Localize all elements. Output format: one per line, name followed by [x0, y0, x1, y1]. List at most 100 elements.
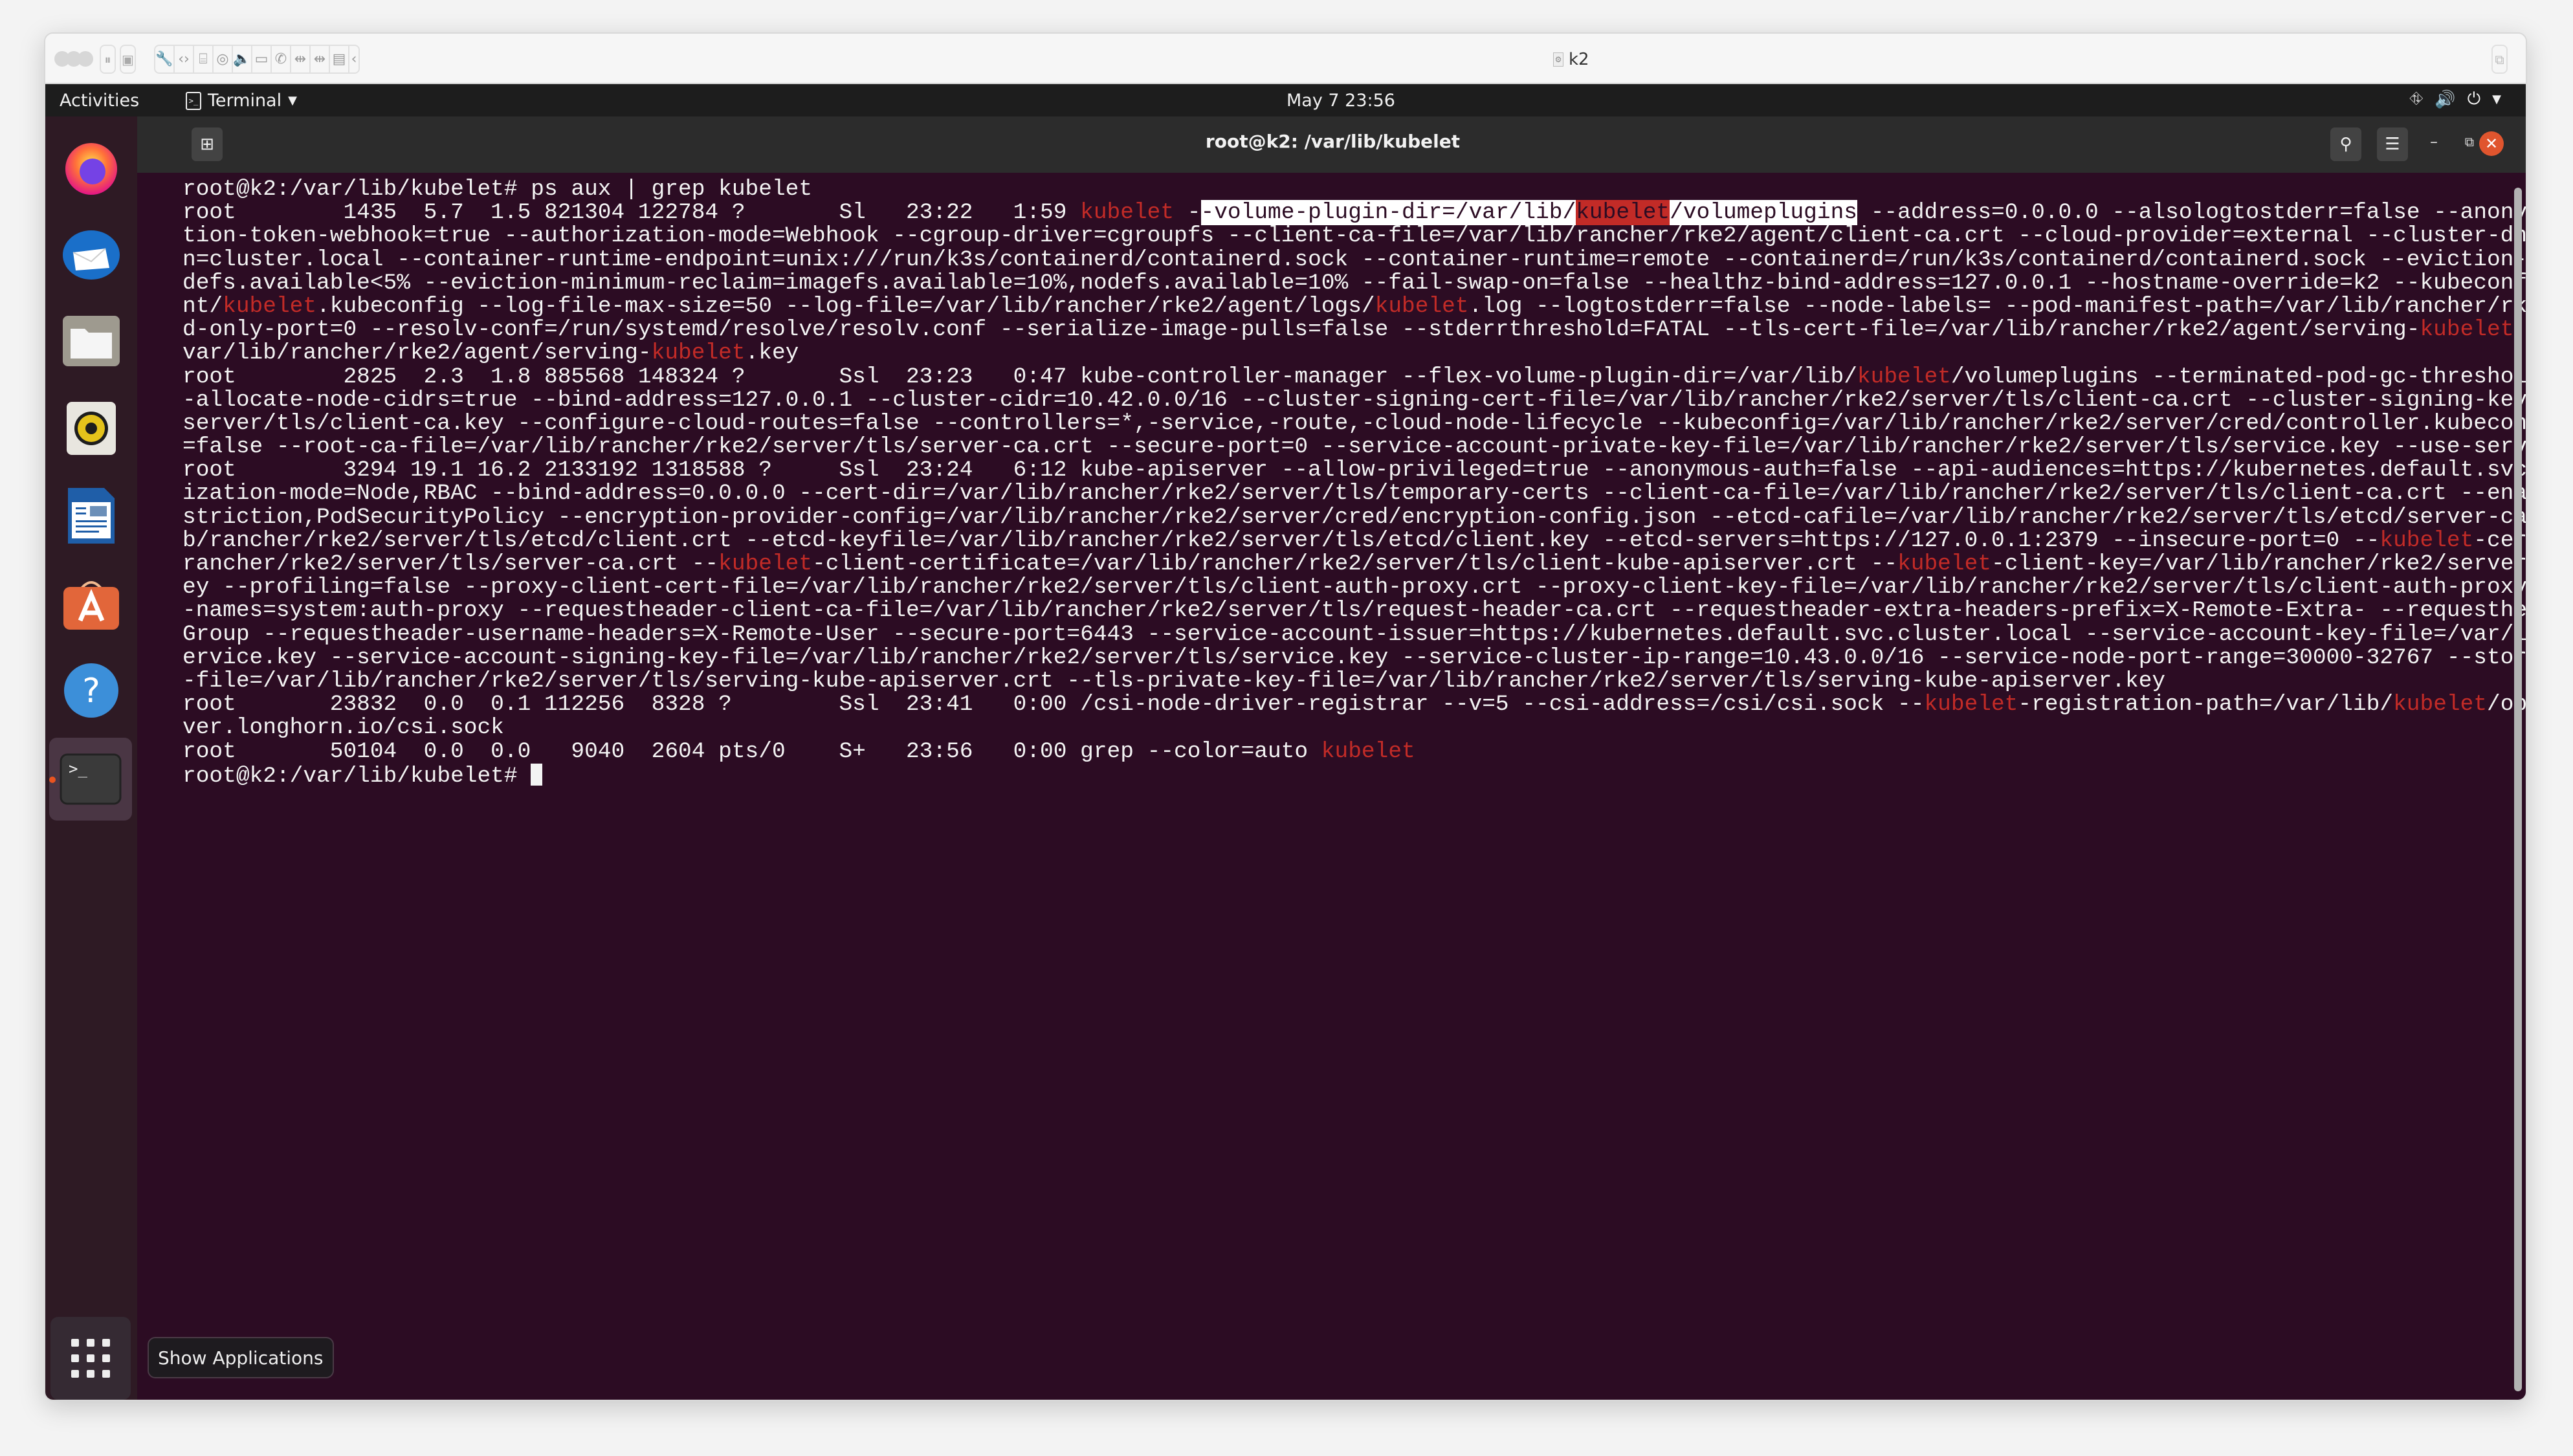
- phone-button[interactable]: ✆: [272, 46, 291, 72]
- terminal-output[interactable]: root@k2:/var/lib/kubelet# ps aux | grep …: [182, 177, 2526, 1400]
- grep-match: kubelet: [1375, 293, 1469, 319]
- dock-ubuntu-software[interactable]: [60, 571, 123, 635]
- camera-button[interactable]: ▭: [252, 46, 272, 72]
- dock-rhythmbox[interactable]: [60, 397, 123, 460]
- shared-folder-button[interactable]: ▤: [330, 46, 349, 72]
- terminal-line: Group --requestheader-username-headers=X…: [182, 623, 2526, 646]
- terminal-text: =false --root-ca-file=/var/lib/rancher/r…: [182, 434, 2526, 460]
- terminal-text: b/rancher/rke2/server/tls/etcd/client.cr…: [182, 527, 2380, 553]
- restore-button[interactable]: ⧉: [2465, 134, 2474, 149]
- speaker-icon: 🔈: [233, 51, 251, 67]
- show-applications-button[interactable]: [50, 1317, 131, 1400]
- shared-folder-icon: ▤: [332, 51, 346, 67]
- terminal-text: -client-key=/var/lib/rancher/rke2/server…: [1991, 551, 2526, 577]
- grep-match: kubelet: [1857, 364, 1951, 390]
- close-icon: ✕: [2484, 135, 2499, 153]
- vm-title: ⚙ k2: [1553, 47, 1589, 72]
- settings-button[interactable]: 🔧: [155, 46, 175, 72]
- usb-icon: ⇹: [294, 51, 307, 67]
- minimize-button[interactable]: –: [2430, 133, 2438, 151]
- sound-button[interactable]: 🔈: [233, 46, 252, 72]
- vm-window: ⏸ ▣ 🔧 ‹› ⌸ ◎ 🔈 ▭ ✆ ⇹ ⇹ ▤ ‹ ⚙ k2 ⧉ Activi…: [44, 32, 2527, 1401]
- app-menu[interactable]: >_ Terminal ▼: [186, 91, 297, 111]
- grid-dot: [71, 1339, 79, 1347]
- terminal-window: ⊞ root@k2: /var/lib/kubelet ⚲ ☰ – ⧉ ✕ ro…: [137, 116, 2526, 1400]
- terminal-text: -client-certificate=/var/lib/rancher/rke…: [812, 551, 1898, 577]
- code-icon: ‹›: [178, 51, 190, 67]
- toolbar-collapse-button[interactable]: ‹: [349, 46, 359, 72]
- terminal-text: ervice.key --service-account-signing-key…: [182, 645, 2526, 670]
- camera-icon: ▭: [254, 51, 269, 67]
- terminal-line: root 2825 2.3 1.8 885568 148324 ? Ssl 23…: [182, 364, 2526, 390]
- close-button[interactable]: ✕: [2479, 131, 2504, 156]
- terminal-text: -names=system:auth-proxy --requestheader…: [182, 598, 2526, 624]
- terminal-header-bar: ⊞ root@k2: /var/lib/kubelet ⚲ ☰ – ⧉ ✕: [137, 116, 2526, 173]
- grep-match: kubelet: [1080, 200, 1175, 226]
- dock-help[interactable]: ?: [60, 659, 123, 722]
- volume-icon: 🔊: [2435, 89, 2456, 109]
- clock[interactable]: May 7 23:56: [1286, 91, 1395, 111]
- terminal-text: root 1435 5.7 1.5 821304 122784 ? Sl 23:…: [182, 200, 1081, 226]
- power-icon: ⏻: [2467, 89, 2481, 109]
- activities-button[interactable]: Activities: [60, 91, 139, 111]
- grid-dot: [87, 1339, 94, 1347]
- search-icon: ⚲: [2339, 135, 2352, 154]
- vm-device-toolbar: 🔧 ‹› ⌸ ◎ 🔈 ▭ ✆ ⇹ ⇹ ▤ ‹: [154, 45, 360, 74]
- usb-button-1[interactable]: ⇹: [291, 46, 311, 72]
- cd-button[interactable]: ◎: [214, 46, 233, 72]
- terminal-line: root 1435 5.7 1.5 821304 122784 ? Sl 23:…: [182, 200, 2526, 226]
- pause-icon: ⏸: [104, 51, 111, 67]
- snapshot-button[interactable]: ▣: [120, 45, 136, 74]
- terminal-text: --address=0.0.0.0 --alsologtostderr=fals…: [1870, 200, 2526, 226]
- terminal-line: root@k2:/var/lib/kubelet#: [182, 763, 2506, 788]
- grep-match: kubelet: [1924, 692, 2018, 718]
- terminal-text: tion-token-webhook=true --authorization-…: [182, 223, 2527, 249]
- search-button[interactable]: ⚲: [2330, 127, 2361, 161]
- terminal-line: tion-token-webhook=true --authorization-…: [182, 225, 2526, 248]
- terminal-text: ver.longhorn.io/csi.sock: [182, 715, 504, 741]
- pause-button[interactable]: ⏸: [100, 45, 116, 74]
- drive-button[interactable]: ⌸: [194, 46, 214, 72]
- thunderbird-icon: [63, 230, 120, 280]
- terminal-line: n=cluster.local --container-runtime-endp…: [182, 248, 2526, 272]
- dock: ? >_: [45, 116, 137, 1400]
- terminal-icon: >_: [60, 753, 122, 805]
- dock-libreoffice-writer[interactable]: [60, 484, 123, 547]
- menu-button[interactable]: ☰: [2377, 127, 2408, 161]
- terminal-line: root 3294 19.1 16.2 2133192 1318588 ? Ss…: [182, 459, 2526, 482]
- vm-fullscreen-button[interactable]: ⧉: [2491, 45, 2508, 74]
- dock-terminal[interactable]: >_: [49, 738, 132, 821]
- dock-files[interactable]: [60, 309, 123, 373]
- terminal-text: defs.available<5% --eviction-minimum-rec…: [182, 270, 2526, 296]
- help-icon: ?: [64, 663, 118, 718]
- terminal-line: ization-mode=Node,RBAC --bind-address=0.…: [182, 482, 2526, 505]
- writer-icon: [68, 488, 115, 544]
- terminal-text: Group --requestheader-username-headers=X…: [182, 621, 2527, 647]
- terminal-text: .key: [745, 340, 799, 366]
- selected-text: /volumeplugins: [1670, 200, 1857, 226]
- terminal-line: -names=system:auth-proxy --requestheader…: [182, 599, 2526, 623]
- grep-match: kubelet: [2420, 317, 2514, 343]
- restore-icon: ⧉: [2495, 51, 2504, 67]
- terminal-text: .kubeconfig --log-file-max-size=50 --log…: [316, 293, 1375, 319]
- terminal-text: server/tls/client-ca.key --configure-clo…: [182, 410, 2527, 436]
- app-menu-label: Terminal: [208, 91, 282, 111]
- terminal-line: d-only-port=0 --resolv-conf=/run/systemd…: [182, 318, 2526, 342]
- usb-button-2[interactable]: ⇹: [311, 46, 330, 72]
- window-zoom-dot[interactable]: [78, 51, 93, 67]
- code-button[interactable]: ‹›: [175, 46, 194, 72]
- dock-thunderbird[interactable]: [60, 222, 123, 285]
- terminal-line: b/rancher/rke2/server/tls/etcd/client.cr…: [182, 527, 2526, 553]
- terminal-scrollbar[interactable]: [2514, 188, 2522, 1391]
- terminal-text: n=cluster.local --container-runtime-endp…: [182, 247, 2526, 272]
- terminal-line: ey --profiling=false --proxy-client-cert…: [182, 576, 2526, 599]
- terminal-text: striction,PodSecurityPolicy --encryption…: [182, 504, 2527, 530]
- terminal-line: defs.available<5% --eviction-minimum-rec…: [182, 271, 2526, 295]
- snapshot-icon: ▣: [122, 51, 134, 67]
- restore-icon: ⧉: [2464, 134, 2474, 149]
- system-tray[interactable]: ⛗ 🔊 ⏻ ▼: [2409, 89, 2501, 109]
- phone-icon: ✆: [274, 51, 287, 67]
- grep-match: kubelet: [1897, 551, 1991, 577]
- gnome-top-bar: Activities >_ Terminal ▼ May 7 23:56 ⛗ 🔊…: [45, 84, 2526, 116]
- dock-firefox[interactable]: [60, 135, 123, 198]
